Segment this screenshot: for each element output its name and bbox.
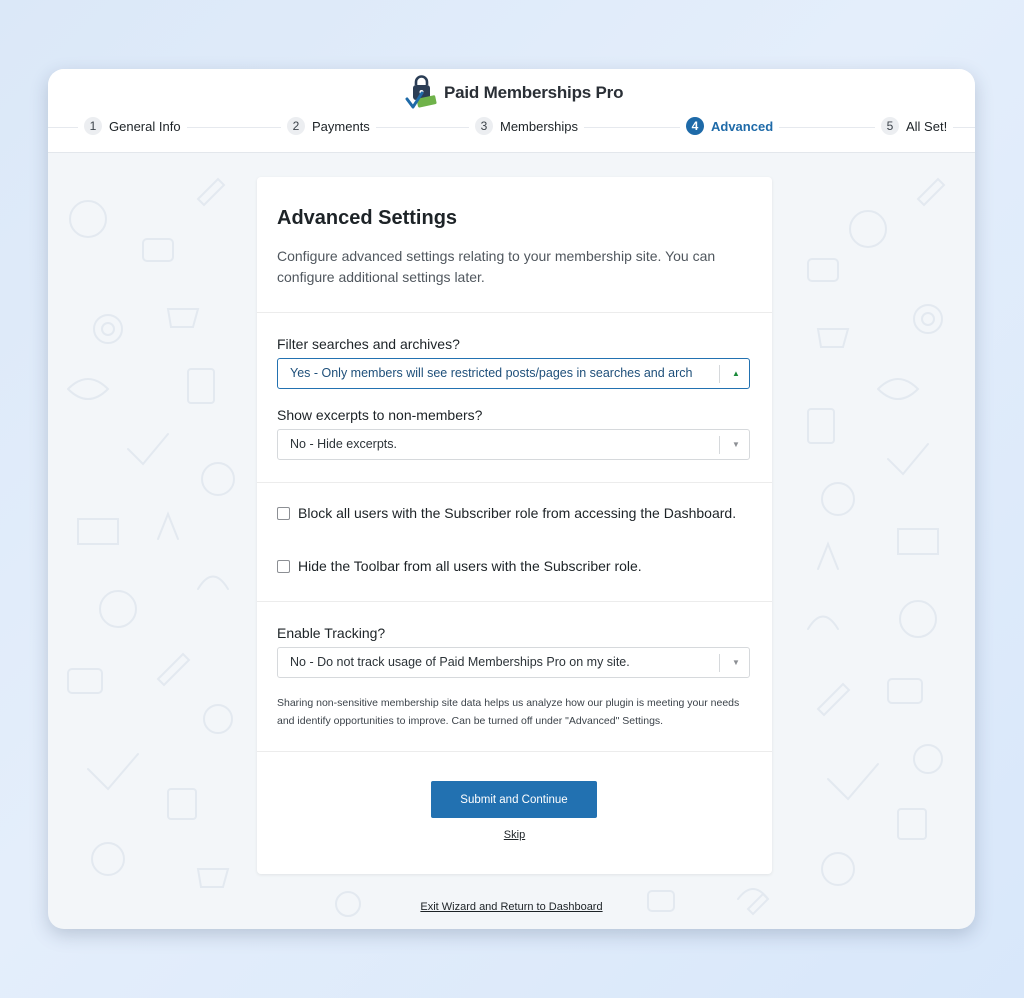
step-number: 3 xyxy=(475,117,493,135)
step-advanced[interactable]: 4 Advanced xyxy=(680,117,780,135)
step-payments[interactable]: 2 Payments xyxy=(281,117,376,135)
step-label: All Set! xyxy=(906,118,948,134)
step-number: 1 xyxy=(84,117,102,135)
chevron-down-icon[interactable]: ▼ xyxy=(726,648,746,677)
select-separator xyxy=(719,365,720,383)
submit-and-continue-button[interactable]: Submit and Continue xyxy=(431,781,597,818)
step-label: Payments xyxy=(312,118,370,134)
enable-tracking-label: Enable Tracking? xyxy=(277,625,386,641)
filter-searches-label: Filter searches and archives? xyxy=(277,336,460,352)
section-divider xyxy=(257,312,772,313)
chevron-up-icon[interactable]: ▲ xyxy=(726,359,746,388)
section-divider xyxy=(257,601,772,602)
section-divider xyxy=(257,482,772,483)
advanced-settings-card: Advanced Settings Configure advanced set… xyxy=(257,177,772,874)
skip-link[interactable]: Skip xyxy=(257,829,772,841)
hide-toolbar-label: Hide the Toolbar from all users with the… xyxy=(298,558,642,574)
step-label: Advanced xyxy=(711,118,774,134)
chevron-down-icon[interactable]: ▼ xyxy=(726,430,746,459)
hide-toolbar-option[interactable]: Hide the Toolbar from all users with the… xyxy=(277,558,642,574)
show-excerpts-label: Show excerpts to non-members? xyxy=(277,407,483,423)
select-separator xyxy=(719,436,720,454)
step-label: General Info xyxy=(109,118,181,134)
select-value: No - Do not track usage of Paid Membersh… xyxy=(290,655,630,669)
step-number: 5 xyxy=(881,117,899,135)
wizard-steps: 1 General Info 2 Payments 3 Memberships … xyxy=(48,117,975,139)
select-value: No - Hide excerpts. xyxy=(290,437,397,451)
wizard-header: Paid Memberships Pro 1 General Info 2 Pa… xyxy=(48,69,975,153)
page-title: Advanced Settings xyxy=(277,207,458,229)
brand: Paid Memberships Pro xyxy=(404,75,623,111)
step-number: 4 xyxy=(686,117,704,135)
select-value: Yes - Only members will see restricted p… xyxy=(290,366,693,380)
step-memberships[interactable]: 3 Memberships xyxy=(469,117,585,135)
step-all-set[interactable]: 5 All Set! xyxy=(875,117,954,135)
section-divider xyxy=(257,751,772,752)
wizard-window: Paid Memberships Pro 1 General Info 2 Pa… xyxy=(48,69,975,929)
intro-text: Configure advanced settings relating to … xyxy=(277,248,716,285)
brand-name: Paid Memberships Pro xyxy=(444,83,624,102)
block-dashboard-checkbox[interactable] xyxy=(277,506,290,520)
exit-wizard-link[interactable]: Exit Wizard and Return to Dashboard xyxy=(48,901,975,913)
filter-searches-select[interactable]: Yes - Only members will see restricted p… xyxy=(277,358,750,389)
step-general-info[interactable]: 1 General Info xyxy=(78,117,187,135)
tracking-help-text: Sharing non-sensitive membership site da… xyxy=(277,697,740,727)
hide-toolbar-checkbox[interactable] xyxy=(277,559,290,573)
block-dashboard-label: Block all users with the Subscriber role… xyxy=(298,505,737,521)
step-number: 2 xyxy=(287,117,305,135)
select-separator xyxy=(719,654,720,672)
pmpro-logo-icon xyxy=(405,75,437,109)
block-dashboard-option[interactable]: Block all users with the Subscriber role… xyxy=(277,505,736,521)
enable-tracking-select[interactable]: No - Do not track usage of Paid Membersh… xyxy=(277,647,750,678)
show-excerpts-select[interactable]: No - Hide excerpts. ▼ xyxy=(277,429,750,460)
step-label: Memberships xyxy=(500,118,579,134)
